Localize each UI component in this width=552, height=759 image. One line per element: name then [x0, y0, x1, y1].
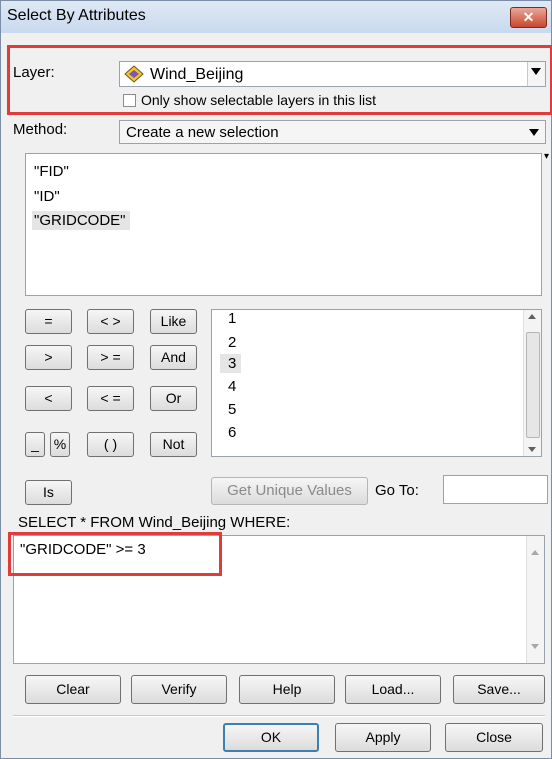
scroll-up-icon[interactable]	[528, 314, 536, 319]
method-value: Create a new selection	[126, 124, 279, 141]
operator-percent-button[interactable]: %	[50, 432, 70, 457]
title-bar: Select By Attributes ✕	[1, 1, 551, 33]
value-item[interactable]: 1	[228, 310, 236, 327]
operator-or-button[interactable]: Or	[150, 386, 197, 411]
operator-is-button[interactable]: Is	[25, 480, 72, 505]
ok-button[interactable]: OK	[223, 723, 319, 752]
value-item-selected[interactable]: 3	[220, 354, 242, 373]
operator-parentheses-button[interactable]: ( )	[87, 432, 134, 457]
scroll-up-icon[interactable]	[531, 550, 539, 555]
get-unique-values-button[interactable]: Get Unique Values	[211, 477, 368, 505]
goto-label: Go To:	[375, 482, 419, 499]
values-scrollbar[interactable]	[523, 310, 541, 456]
operator-not-equal-button[interactable]: < >	[87, 309, 134, 334]
value-item[interactable]: 2	[228, 334, 236, 351]
scroll-down-icon[interactable]	[531, 644, 539, 649]
scroll-thumb[interactable]	[526, 332, 540, 438]
value-item[interactable]: 5	[228, 401, 236, 418]
operator-less-button[interactable]: <	[25, 386, 72, 411]
value-item[interactable]: 4	[228, 378, 236, 395]
fields-list[interactable]: "FID" "ID" "GRIDCODE"	[25, 153, 542, 296]
close-icon: ✕	[522, 9, 535, 25]
separator	[13, 715, 545, 717]
apply-button[interactable]: Apply	[335, 723, 431, 752]
method-dropdown[interactable]: Create a new selection	[119, 120, 546, 144]
load-button[interactable]: Load...	[345, 675, 441, 704]
help-button[interactable]: Help	[239, 675, 335, 704]
expression-highlight-box	[8, 532, 222, 576]
where-clause-label: SELECT * FROM Wind_Beijing WHERE:	[18, 514, 291, 531]
close-button[interactable]: Close	[445, 723, 543, 752]
close-window-button[interactable]: ✕	[510, 7, 547, 28]
layer-highlight-box	[7, 45, 552, 115]
clear-button[interactable]: Clear	[25, 675, 121, 704]
operator-and-button[interactable]: And	[150, 345, 197, 370]
field-item-gridcode[interactable]: "GRIDCODE"	[32, 211, 130, 230]
fields-scroll-indicator: ▾	[544, 151, 550, 162]
chevron-down-icon	[529, 129, 539, 136]
verify-button[interactable]: Verify	[131, 675, 227, 704]
value-item[interactable]: 6	[228, 424, 236, 441]
field-item-id[interactable]: "ID"	[34, 188, 60, 205]
operator-less-equal-button[interactable]: < =	[87, 386, 134, 411]
goto-input[interactable]	[443, 475, 548, 504]
unique-values-list[interactable]: 1 2 3 4 5 6	[211, 309, 542, 457]
window-title: Select By Attributes	[7, 7, 146, 24]
operator-not-button[interactable]: Not	[150, 432, 197, 457]
select-by-attributes-dialog: Select By Attributes ✕ Layer: Wind_Beiji…	[0, 0, 552, 759]
scroll-down-icon[interactable]	[528, 447, 536, 452]
operator-equals-button[interactable]: =	[25, 309, 72, 334]
operator-underscore-button[interactable]: _	[25, 432, 45, 457]
method-label: Method:	[13, 121, 68, 138]
save-button[interactable]: Save...	[453, 675, 545, 704]
operator-greater-equal-button[interactable]: > =	[87, 345, 134, 370]
field-item-fid[interactable]: "FID"	[34, 163, 69, 180]
operator-greater-button[interactable]: >	[25, 345, 72, 370]
operator-like-button[interactable]: Like	[150, 309, 197, 334]
expression-scrollbar[interactable]	[526, 536, 544, 663]
